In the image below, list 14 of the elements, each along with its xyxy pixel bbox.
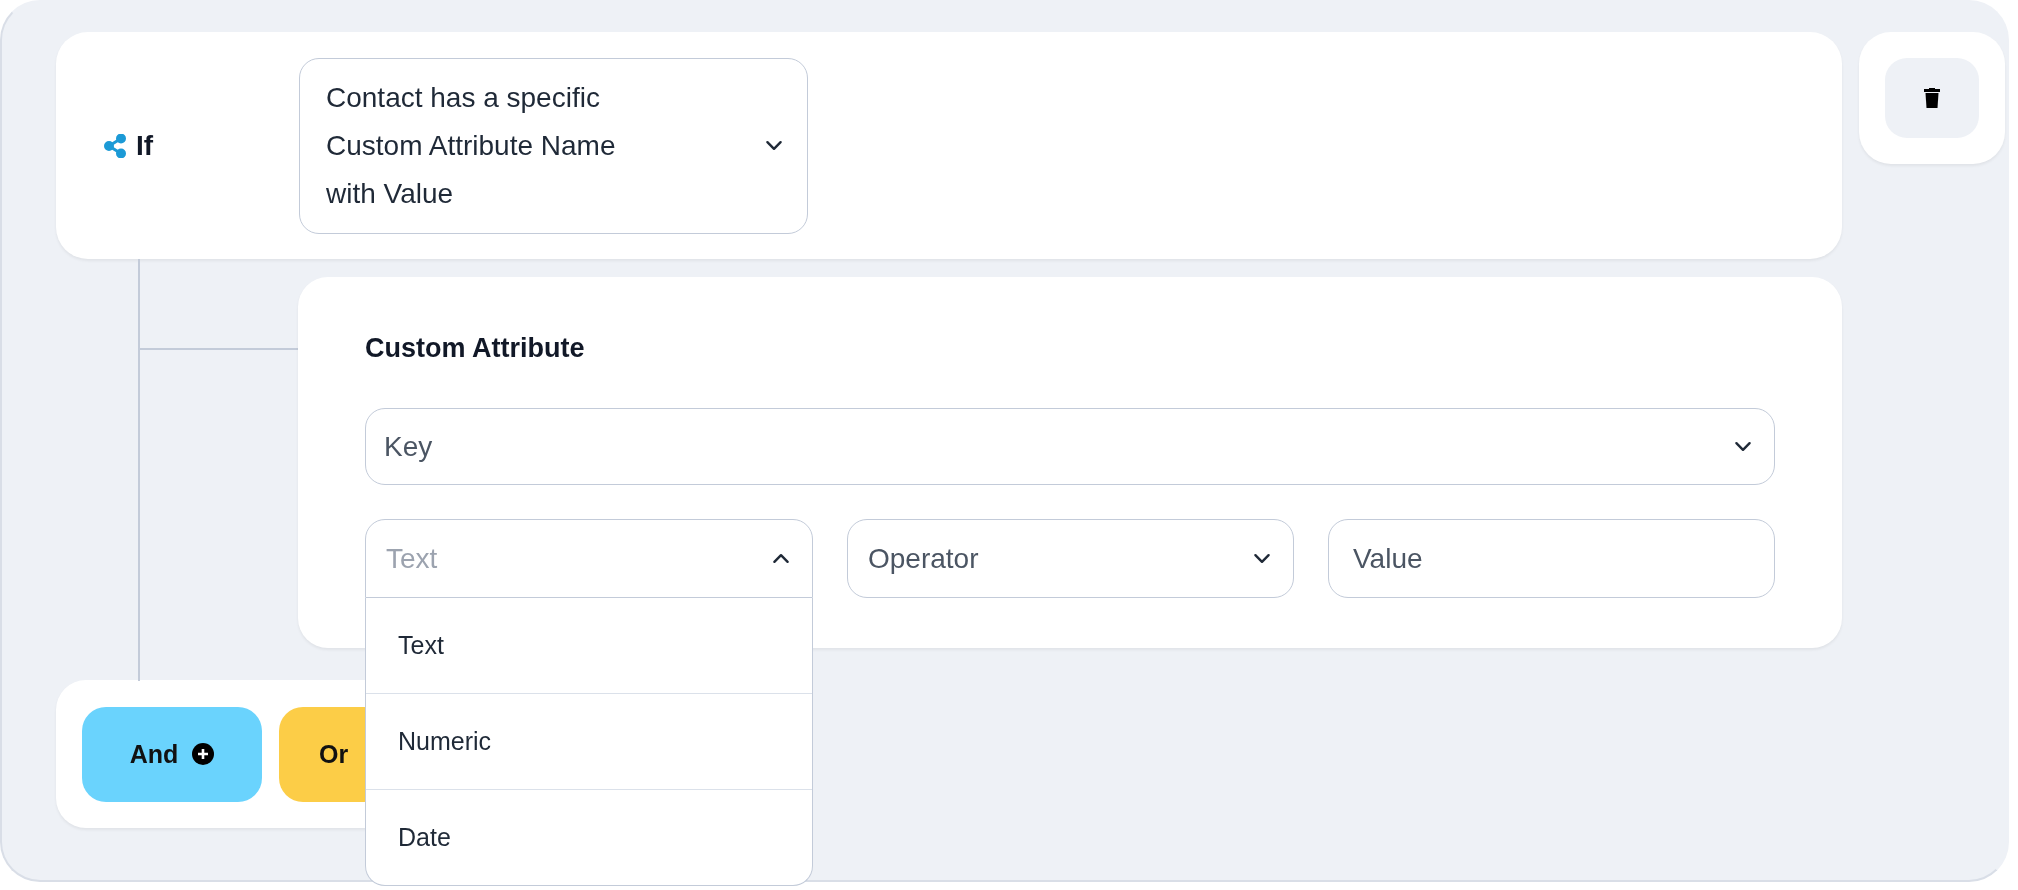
if-label: If <box>136 129 154 162</box>
dropdown-option[interactable]: Text <box>366 598 812 693</box>
operator-select[interactable]: Operator <box>847 519 1294 598</box>
share-icon <box>104 133 126 158</box>
logic-button[interactable]: And <box>82 706 262 802</box>
plus-circle-icon <box>192 743 215 765</box>
delete-button[interactable] <box>1885 58 1979 138</box>
custom-attribute-title: Custom Attribute <box>365 333 586 363</box>
condition-select[interactable]: Contact has a specific Custom Attribute Name with Value <box>299 57 808 234</box>
trash-icon <box>1924 88 1940 108</box>
key-select[interactable]: Key <box>365 408 1775 485</box>
dropdown-option[interactable]: Date <box>366 789 812 885</box>
value-field[interactable]: Value <box>1328 519 1775 598</box>
dropdown-option[interactable]: Numeric <box>366 693 812 789</box>
